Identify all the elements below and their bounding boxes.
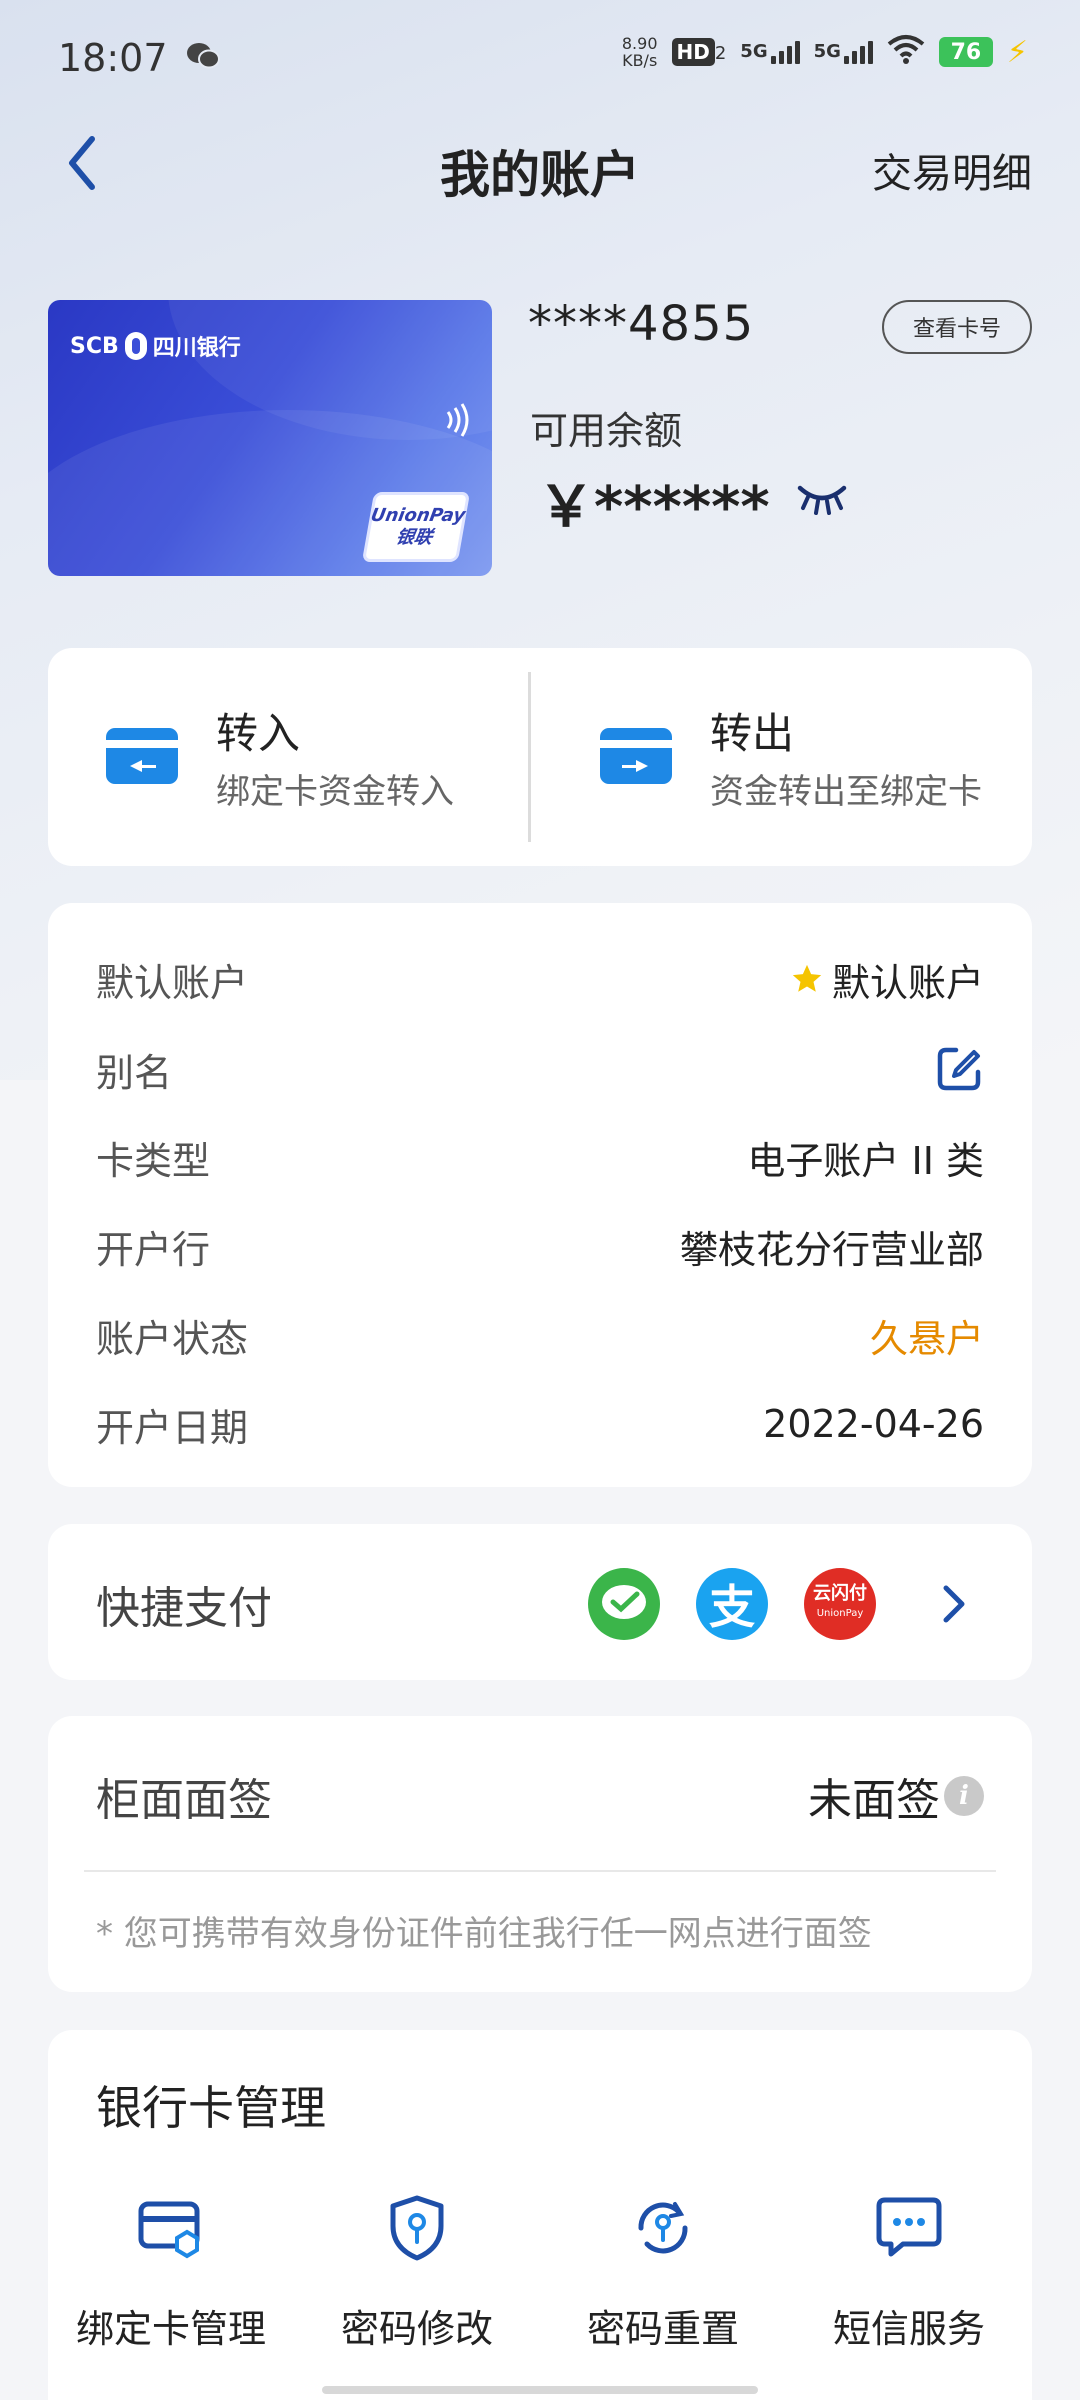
edit-alias-button[interactable] xyxy=(934,1044,984,1094)
status-badge: 久悬户 xyxy=(869,1316,984,1361)
view-card-number-button[interactable]: 查看卡号 xyxy=(882,300,1032,354)
password-shield-icon xyxy=(390,2195,444,2261)
transaction-details-link[interactable]: 交易明细 xyxy=(872,141,1032,199)
transfer-out-button[interactable]: 转出 资金转出至绑定卡 xyxy=(542,690,1002,820)
edit-icon xyxy=(937,1047,981,1091)
quick-pay-row[interactable]: 快捷支付 支 云闪付 UnionPay xyxy=(48,1524,1032,1680)
signal-icon: 5G xyxy=(740,40,800,64)
eye-closed-icon[interactable] xyxy=(796,482,848,516)
face-sign-label: 柜面面签 xyxy=(96,1775,272,1826)
bank-card-image: SCB 四川银行 UnionPay 银联 xyxy=(48,300,492,576)
signal-icon: 5G xyxy=(814,40,873,64)
transfer-panel: 转入 绑定卡资金转入 转出 资金转出至绑定卡 xyxy=(48,648,1032,866)
quick-pay-label: 快捷支付 xyxy=(96,1583,272,1634)
status-time: 18:07 xyxy=(58,35,168,80)
bound-card-icon xyxy=(138,2201,200,2259)
account-info-panel: 默认账户 默认账户 别名 卡类型 电子账户 II 类 开户行 攀枝花分行营业部 … xyxy=(48,903,1032,1487)
branch-row: 开户行 攀枝花分行营业部 xyxy=(96,1227,984,1272)
open-date-row: 开户日期 2022-04-26 xyxy=(96,1402,984,1450)
password-reset-icon xyxy=(638,2202,688,2254)
face-sign-panel: 柜面面签 未面签 i * 您可携带有效身份证件前往我行任一网点进行面签 xyxy=(48,1716,1032,1992)
card-management-title: 银行卡管理 xyxy=(96,2081,326,2135)
card-number: ****4855 xyxy=(528,296,755,352)
transfer-in-subtitle: 绑定卡资金转入 xyxy=(216,772,454,812)
wechat-pay-icon xyxy=(588,1568,660,1640)
transfer-in-button[interactable]: 转入 绑定卡资金转入 xyxy=(48,690,508,820)
face-sign-note: * 您可携带有效身份证件前往我行任一网点进行面签 xyxy=(96,1914,872,1954)
account-status-row: 账户状态 久悬户 xyxy=(96,1305,984,1365)
card-management-panel: 银行卡管理 绑定卡管理 密码修改 密码重置 短信服务 xyxy=(48,2030,1032,2400)
home-indicator[interactable] xyxy=(322,2386,758,2394)
chevron-right-icon xyxy=(940,1584,968,1628)
sms-icon xyxy=(876,2197,942,2257)
navigation-bar: 我的账户 交易明细 xyxy=(0,115,1080,205)
default-account-row: 默认账户 默认账户 xyxy=(96,949,984,1009)
battery-icon: 76 xyxy=(938,37,993,67)
transfer-out-subtitle: 资金转出至绑定卡 xyxy=(710,772,982,812)
balance-label: 可用余额 xyxy=(530,409,683,453)
alipay-icon: 支 xyxy=(696,1568,768,1640)
card-type-row: 卡类型 电子账户 II 类 xyxy=(96,1138,984,1183)
alias-row: 别名 xyxy=(96,1039,984,1099)
change-password-button[interactable]: 密码修改 xyxy=(294,2192,540,2392)
wifi-icon xyxy=(887,34,925,70)
hd-voice-icon: HD 2 xyxy=(671,37,726,66)
bound-card-management-button[interactable]: 绑定卡管理 xyxy=(48,2192,294,2392)
bank-logo-icon xyxy=(124,332,147,360)
transfer-out-title: 转出 xyxy=(710,709,795,758)
cloud-quickpass-icon: 云闪付 UnionPay xyxy=(804,1568,876,1640)
bank-logo: SCB 四川银行 xyxy=(70,332,241,361)
transfer-in-icon xyxy=(106,728,178,784)
sms-service-button[interactable]: 短信服务 xyxy=(786,2192,1032,2392)
wechat-notification-icon xyxy=(186,36,220,80)
transfer-out-icon xyxy=(600,728,672,784)
face-sign-status: 未面签 i xyxy=(808,1764,984,1828)
status-indicators: 8.90 KB/s HD 2 5G 5G 76 ⚡ xyxy=(622,34,1028,70)
info-icon[interactable]: i xyxy=(944,1776,984,1816)
default-account-value: 默认账户 xyxy=(831,960,984,1005)
divider xyxy=(528,672,531,842)
transfer-in-title: 转入 xyxy=(216,709,301,758)
unionpay-logo: UnionPay 银联 xyxy=(361,492,471,562)
balance-value: ￥****** xyxy=(538,475,770,540)
charging-icon: ⚡ xyxy=(1006,34,1028,70)
contactless-icon xyxy=(444,400,474,444)
divider xyxy=(84,1870,996,1872)
network-speed: 8.90 KB/s xyxy=(621,34,658,70)
reset-password-button[interactable]: 密码重置 xyxy=(540,2192,786,2392)
star-icon xyxy=(792,964,822,992)
